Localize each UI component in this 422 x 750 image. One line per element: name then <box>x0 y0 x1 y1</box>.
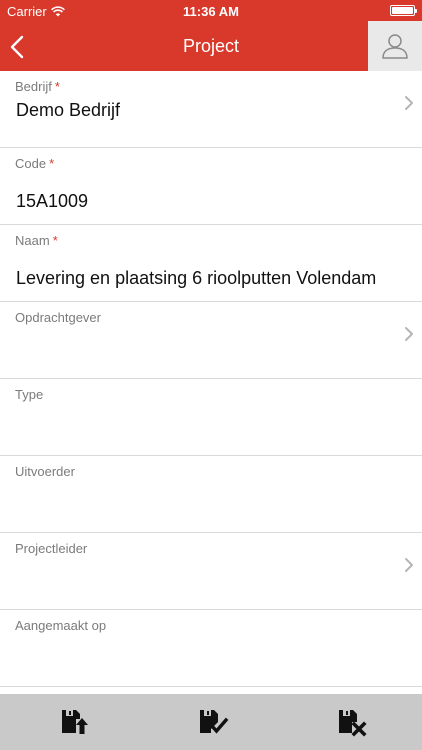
save-delete-icon <box>339 710 367 737</box>
chevron-right-icon <box>405 558 413 572</box>
chevron-right-icon <box>405 327 413 341</box>
status-time: 11:36 AM <box>183 4 239 19</box>
field-label: Projectleider <box>15 541 88 556</box>
field-opdrachtgever[interactable]: Opdrachtgever <box>0 302 422 379</box>
field-projectleider[interactable]: Projectleider <box>0 533 422 610</box>
required-marker: * <box>52 233 58 248</box>
field-naam[interactable]: Naam * Levering en plaatsing 6 rioolputte… <box>0 225 422 302</box>
status-bar: Carrier 11:36 AM <box>0 0 422 22</box>
bottom-toolbar <box>0 694 422 750</box>
battery-icon <box>390 5 417 16</box>
page-title: Project <box>182 36 240 56</box>
required-marker: * <box>54 79 60 94</box>
field-label: Uitvoerder <box>15 464 75 479</box>
field-uitvoerder[interactable]: Uitvoerder <box>0 456 422 533</box>
field-bedrijf[interactable]: Bedrijf * Demo Bedrijf <box>0 71 422 148</box>
field-label: Naam * <box>15 233 58 248</box>
field-value: 15A1009 <box>16 191 89 211</box>
save-upload-button[interactable] <box>59 706 91 738</box>
project-form: Bedrijf * Demo Bedrijf Code * 15A1009 Naam… <box>0 71 422 687</box>
avatar-button[interactable] <box>368 21 422 71</box>
field-aangemaakt-op[interactable]: Aangemaakt op <box>0 610 422 687</box>
save-delete-button[interactable] <box>336 706 368 738</box>
person-icon <box>382 34 408 59</box>
field-value: Demo Bedrijf <box>16 100 121 120</box>
field-label: Type <box>15 387 44 402</box>
field-label: Bedrijf * <box>15 79 60 94</box>
nav-bar: Carrier 11:36 AM Project <box>0 0 422 71</box>
field-label: Code * <box>15 156 55 171</box>
field-value: Levering en plaatsing 6 rioolputten Vole… <box>16 268 377 288</box>
field-label: Opdrachtgever <box>15 310 101 325</box>
chevron-right-icon <box>405 96 413 110</box>
save-check-icon <box>200 710 229 734</box>
field-code[interactable]: Code * 15A1009 <box>0 148 422 225</box>
required-marker: * <box>49 156 55 171</box>
save-upload-icon <box>62 710 88 734</box>
save-confirm-button[interactable] <box>197 706 229 738</box>
field-type[interactable]: Type <box>0 379 422 456</box>
field-label: Aangemaakt op <box>15 618 107 633</box>
